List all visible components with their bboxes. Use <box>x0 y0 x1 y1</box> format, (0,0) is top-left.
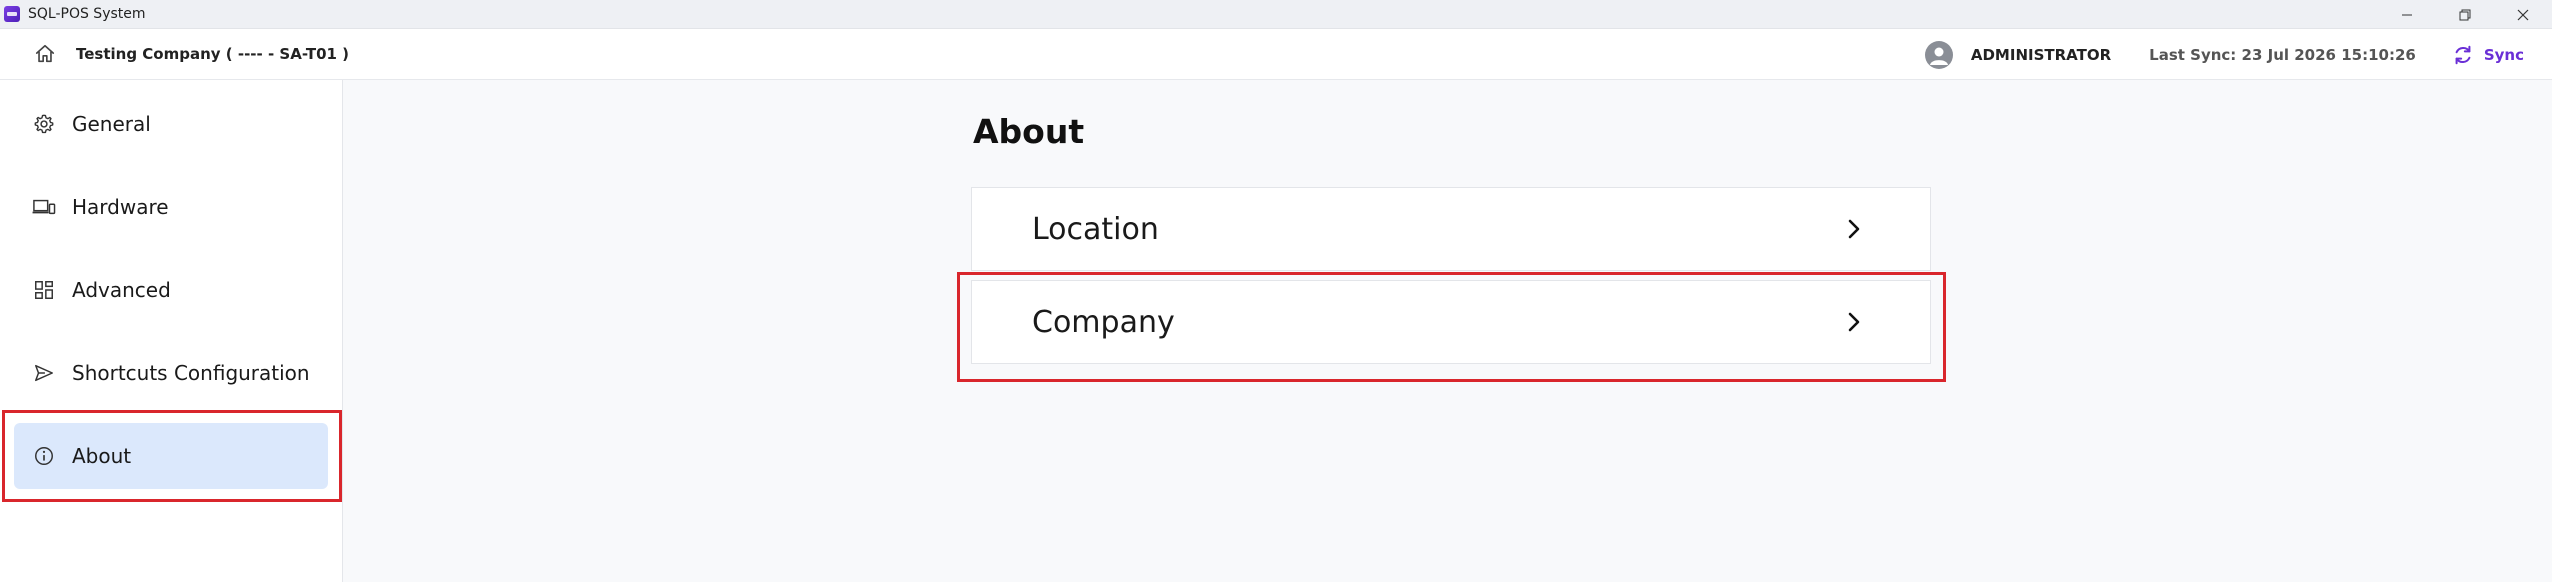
sidebar-item-advanced[interactable]: Advanced <box>14 257 328 323</box>
sidebar-item-hardware[interactable]: Hardware <box>14 174 328 240</box>
settings-sidebar: General Hardware Advanced Shortcuts Conf… <box>0 80 343 582</box>
card-label: Company <box>1032 304 1175 340</box>
location-card[interactable]: Location <box>971 187 1931 271</box>
chevron-right-icon <box>1842 217 1866 241</box>
avatar-silhouette <box>1929 47 1948 65</box>
sync-button[interactable]: Sync <box>2452 44 2524 66</box>
refresh-icon <box>2455 45 2471 64</box>
window-titlebar: SQL-POS System <box>0 0 2552 29</box>
chevron-right-icon <box>1842 310 1866 334</box>
card-label: Location <box>1032 211 1159 247</box>
sidebar-item-label: About <box>72 444 132 468</box>
header-right: ADMINISTRATOR Last Sync: 23 Jul 2026 15:… <box>1924 29 2552 80</box>
sidebar-item-label: Shortcuts Configuration <box>72 361 310 385</box>
sidebar-item-shortcuts[interactable]: Shortcuts Configuration <box>14 340 328 406</box>
grid-icon <box>32 278 56 302</box>
window-controls <box>2378 0 2552 29</box>
close-icon <box>2517 9 2529 20</box>
restore-button[interactable] <box>2436 0 2494 29</box>
minimize-icon <box>2402 14 2412 15</box>
sidebar-item-label: General <box>72 112 151 136</box>
info-icon <box>32 444 56 468</box>
home-button[interactable] <box>32 41 58 67</box>
minimize-button[interactable] <box>2378 0 2436 29</box>
window-title: SQL-POS System <box>28 6 146 22</box>
restore-icon <box>2459 9 2471 20</box>
page-title: About <box>973 112 1085 151</box>
home-icon <box>35 44 55 63</box>
user-avatar-icon[interactable] <box>1924 40 1953 69</box>
company-name: Testing Company ( ---- - SA-T01 ) <box>76 45 350 63</box>
send-icon <box>32 361 56 385</box>
sidebar-item-about[interactable]: About <box>14 423 328 489</box>
sidebar-item-label: Hardware <box>72 195 169 219</box>
gear-icon <box>32 112 56 136</box>
user-name: ADMINISTRATOR <box>1970 45 2112 64</box>
app-header: Testing Company ( ---- - SA-T01 ) ADMINI… <box>0 29 2552 80</box>
sidebar-item-label: Advanced <box>72 278 171 302</box>
sync-label: Sync <box>2483 45 2524 64</box>
sidebar-item-general[interactable]: General <box>14 91 328 157</box>
devices-icon <box>32 195 56 219</box>
app-logo-icon <box>4 6 20 22</box>
company-card[interactable]: Company <box>971 280 1931 364</box>
last-sync-time: Last Sync: 23 Jul 2026 15:10:26 <box>2149 45 2416 64</box>
close-button[interactable] <box>2494 0 2552 29</box>
